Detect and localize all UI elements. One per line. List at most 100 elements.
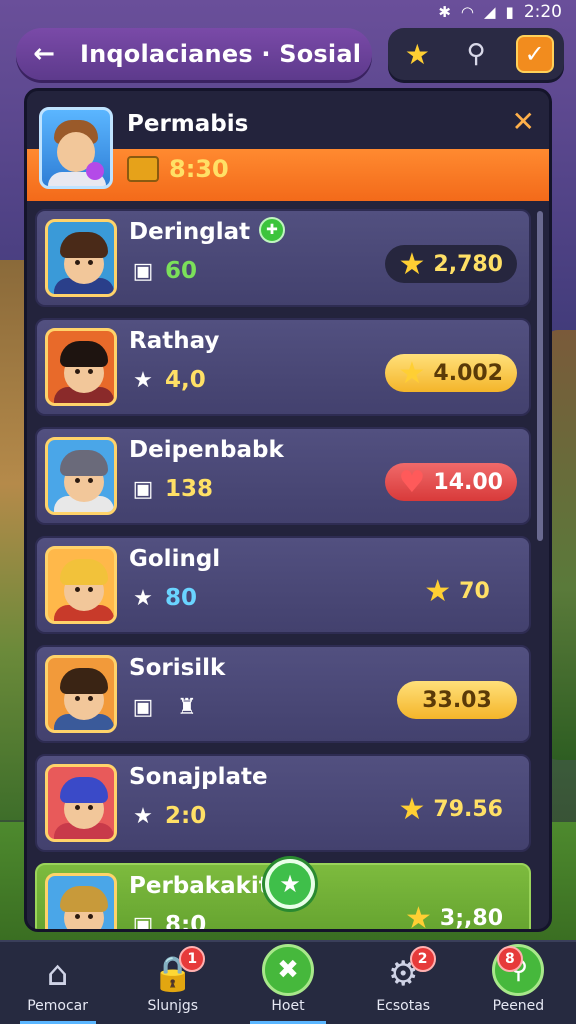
wifi-icon: ◠: [460, 3, 474, 21]
treasure-chest-icon: [127, 156, 159, 182]
avatar-hair: [60, 559, 108, 585]
avatar-eye: [88, 914, 93, 919]
friend-name: Perbakakit: [129, 873, 270, 899]
friend-stats: ★ 80: [129, 584, 197, 612]
player-currency: 8:30: [127, 155, 229, 183]
star-icon: ★: [398, 246, 426, 282]
item-icon: ▣: [132, 912, 154, 932]
star-icon: ★: [398, 355, 426, 391]
signal-icon: ◢: [484, 3, 496, 21]
friend-name: Sorisilk: [129, 655, 226, 681]
friend-row[interactable]: Deringlat ✚ ▣ 60 ★ 2,780: [35, 209, 531, 307]
friend-avatar: [45, 546, 117, 624]
friend-stat-value: 60: [165, 258, 198, 284]
notification-badge: 2: [409, 946, 436, 972]
friend-row[interactable]: Deipenbabk ▣ 138 ♥ 14.00: [35, 427, 531, 525]
avatar-eye: [75, 369, 80, 374]
avatar-eye: [88, 696, 93, 701]
friend-avatar: [45, 655, 117, 733]
player-header: Permabis ✕ 8:30: [27, 91, 549, 201]
avatar-hair: [60, 886, 108, 912]
avatar-hair: [60, 232, 108, 258]
avatar-hair: [60, 450, 108, 476]
player-avatar: [39, 107, 113, 189]
item-icon: ▣: [132, 258, 154, 284]
avatar-eye: [75, 260, 80, 265]
back-button[interactable]: ←: [30, 39, 58, 69]
nav-label: Hoet: [271, 998, 305, 1014]
title-bar: ← Inqolacianes · Sosial: [16, 28, 372, 80]
nav-item-slunjgs[interactable]: 🔒 Slunjgs 1: [115, 942, 230, 1024]
favorite-star-icon[interactable]: ★: [265, 859, 315, 909]
friend-avatar: [45, 328, 117, 406]
battery-icon: ▮: [505, 3, 514, 21]
close-circle-icon: ✖: [262, 944, 314, 996]
checkbox-icon[interactable]: ✓: [515, 35, 554, 73]
friend-row[interactable]: Golingl ★ 80 ★ 70: [35, 536, 531, 634]
avatar-eye: [88, 587, 93, 592]
friend-row[interactable]: Sorisilk ▣ ♜ 33.03: [35, 645, 531, 743]
friend-stats: ▣ 8;0: [129, 911, 207, 932]
avatar-eye: [75, 696, 80, 701]
heart-icon: ♥: [398, 464, 426, 500]
nav-item-peened[interactable]: ⚲ Peened 8: [461, 942, 576, 1024]
nav-item-hoet[interactable]: ✖ Hoet: [230, 942, 345, 1024]
nav-label: Pemocar: [27, 998, 88, 1014]
friend-stats: ★ 2:0: [129, 802, 206, 830]
friend-name: Deipenbabk: [129, 437, 284, 463]
player-name: Permabis: [127, 111, 249, 137]
friend-score: ★ 3;,80: [391, 899, 517, 932]
friend-list: Deringlat ✚ ▣ 60 ★ 2,780 Rathay ★ 4,0 ★ 4.002 Deipe…: [35, 209, 531, 932]
friend-avatar: [45, 873, 117, 929]
friend-stats: ▣ 138: [129, 475, 213, 503]
friend-score-value: 3;,80: [439, 905, 503, 931]
friend-stat-value: 138: [165, 476, 214, 502]
friend-avatar: [45, 219, 117, 297]
avatar-eye: [88, 805, 93, 810]
star-icon[interactable]: ★: [398, 35, 436, 73]
back-arrow-icon: ←: [33, 39, 55, 69]
close-button[interactable]: ✕: [512, 105, 535, 138]
nav-label: Slunjgs: [147, 998, 199, 1014]
friend-stat-value: 2:0: [165, 803, 207, 829]
avatar-eye: [75, 805, 80, 810]
friend-stat-value: 80: [165, 585, 198, 611]
nav-item-ecsotas[interactable]: ⚙ Ecsotas 2: [346, 942, 461, 1024]
avatar-eye: [88, 369, 93, 374]
avatar-eye: [75, 914, 80, 919]
avatar-eye: [88, 260, 93, 265]
item-icon: ▣: [132, 476, 154, 502]
friend-row[interactable]: Perbakakit ★ ▣ 8;0 ★ 3;,80: [35, 859, 531, 932]
search-icon[interactable]: ⚲: [457, 35, 495, 73]
friend-name: Sonajplate: [129, 764, 268, 790]
bluetooth-icon: ✱: [438, 3, 451, 21]
friend-score: ★ 70: [397, 572, 517, 610]
friend-row[interactable]: Rathay ★ 4,0 ★ 4.002: [35, 318, 531, 416]
nav-item-pemocar[interactable]: ⌂ Pemocar: [0, 942, 115, 1024]
friend-stat-value: 8;0: [165, 912, 207, 932]
status-bar: ✱ ◠ ◢ ▮ 2:20: [0, 0, 576, 24]
friend-score: ★ 4.002: [384, 354, 517, 392]
star-icon: ★: [424, 573, 452, 609]
friend-score-value: 4.002: [433, 360, 503, 386]
player-currency-value: 8:30: [169, 155, 229, 183]
friend-name: Golingl: [129, 546, 221, 572]
avatar-hair: [60, 777, 108, 803]
star-icon: ★: [405, 900, 432, 932]
trophy-icon: ♜: [177, 694, 197, 720]
home-icon: ⌂: [46, 954, 69, 994]
page-title: Inqolacianes · Sosial: [80, 40, 362, 68]
online-badge-icon: ✚: [259, 217, 285, 243]
friend-stats: ▣ ♜: [129, 693, 201, 721]
friend-score-value: 70: [459, 578, 490, 604]
friend-score-value: 2,780: [433, 251, 503, 277]
friend-name: Deringlat: [129, 219, 251, 245]
friend-row[interactable]: Sonajplate ★ 2:0 ★ 79.56: [35, 754, 531, 852]
scrollbar[interactable]: [537, 211, 543, 541]
notification-badge: 8: [496, 946, 523, 972]
friend-score-value: 14.00: [433, 469, 503, 495]
friend-score: ★ 2,780: [384, 245, 517, 283]
friend-stats: ★ 4,0: [129, 366, 206, 394]
item-icon: ★: [133, 367, 153, 393]
status-time: 2:20: [523, 2, 562, 22]
